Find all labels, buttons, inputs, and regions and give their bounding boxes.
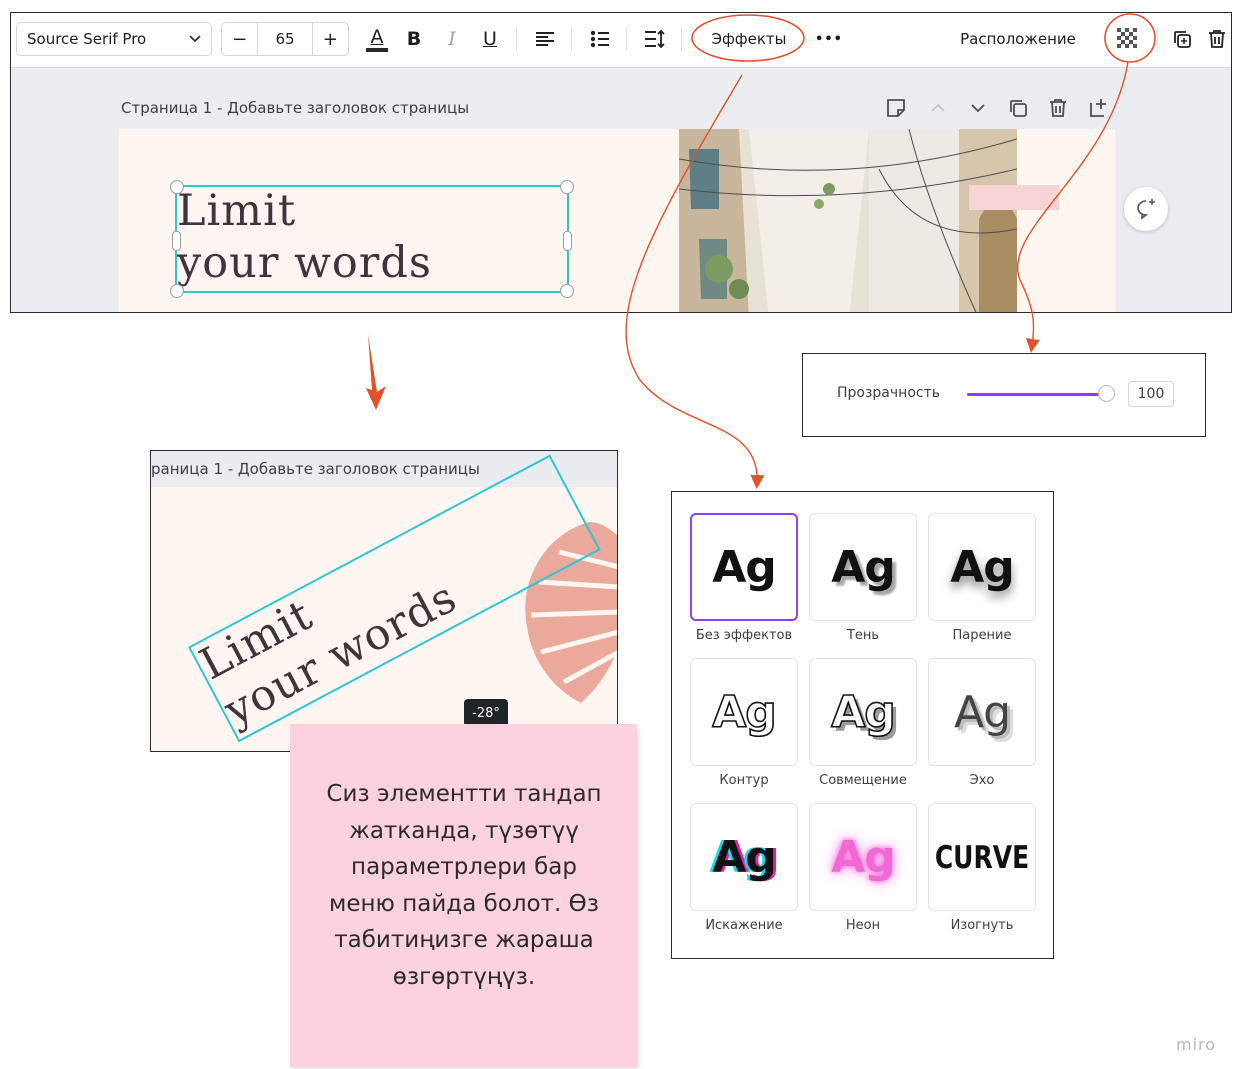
align-left-icon: [536, 32, 554, 46]
delete-page-icon[interactable]: [1047, 97, 1069, 119]
duplicate-icon: [1174, 31, 1191, 48]
editor-screenshot: Source Serif Pro − 65 + A B I U Эффекты …: [10, 12, 1232, 313]
effect-preview-text: Ag: [831, 831, 896, 883]
underline-button[interactable]: U: [475, 22, 505, 56]
transparency-value-input[interactable]: 100: [1128, 381, 1174, 407]
selection-frame[interactable]: [170, 180, 574, 298]
checkerboard-icon: [1117, 28, 1139, 50]
sticky-note[interactable]: Сиз элементти тандап жатканда, түзөтүү п…: [290, 724, 637, 1067]
resize-handle[interactable]: [170, 180, 184, 194]
resize-handle[interactable]: [170, 284, 184, 298]
effect-label: Неон: [845, 918, 881, 933]
effect-option-splice[interactable]: Ag: [809, 658, 917, 766]
pink-shape[interactable]: [969, 185, 1059, 210]
sticky-note-text: Сиз элементти тандап жатканда, түзөтүү п…: [326, 781, 602, 990]
decrease-size-button[interactable]: −: [222, 23, 259, 55]
duplicate-button[interactable]: [1169, 22, 1195, 56]
rotation-angle-badge: -28°: [464, 699, 508, 727]
trash-icon: [1209, 30, 1225, 48]
font-size-stepper: − 65 +: [221, 22, 349, 56]
effect-preview-text: Ag: [711, 686, 777, 739]
effect-preview-text: Ag: [712, 831, 777, 883]
add-page-icon[interactable]: [1087, 97, 1109, 119]
resize-handle[interactable]: [172, 231, 181, 251]
effect-option-lift[interactable]: Ag: [928, 513, 1036, 621]
text-color-button[interactable]: A: [361, 22, 393, 56]
effect-option-echo[interactable]: Ag: [928, 658, 1036, 766]
bullet-list-icon: [590, 30, 609, 48]
add-comment-button[interactable]: [1124, 187, 1168, 231]
arrange-button[interactable]: Расположение: [953, 22, 1083, 56]
effect-label: Контур: [719, 773, 769, 788]
street-photo[interactable]: [679, 129, 1017, 312]
page-controls: [885, 97, 1115, 123]
effect-label: Парение: [952, 628, 1012, 643]
resize-handle[interactable]: [560, 180, 574, 194]
chevron-down-icon: [189, 35, 201, 43]
more-options-button[interactable]: •••: [811, 22, 847, 56]
rotated-text-element[interactable]: Limit your words: [188, 454, 612, 751]
note-icon[interactable]: [885, 97, 907, 119]
duplicate-page-icon[interactable]: [1007, 97, 1029, 119]
page-title: раница 1 - Добавьте заголовок страницы: [151, 460, 480, 478]
font-size-input[interactable]: 65: [258, 23, 311, 55]
toolbar-divider: [516, 27, 517, 51]
text-toolbar: Source Serif Pro − 65 + A B I U Эффекты …: [11, 13, 1231, 68]
effect-option-hollow[interactable]: Ag: [690, 658, 798, 766]
effect-preview-text: CURVE: [934, 838, 1030, 876]
chevron-up-icon[interactable]: [927, 97, 949, 119]
miro-watermark: miro: [1176, 1035, 1217, 1054]
italic-button[interactable]: I: [437, 22, 467, 56]
toolbar-divider: [1157, 27, 1158, 51]
text-color-swatch: [366, 47, 388, 52]
font-family-value: Source Serif Pro: [27, 30, 147, 48]
rotated-example-screenshot: раница 1 - Добавьте заголовок страницы L…: [150, 450, 618, 752]
effect-preview-text: Ag: [831, 541, 896, 593]
delete-button[interactable]: [1205, 22, 1229, 56]
effect-option-glitch[interactable]: Ag: [690, 803, 798, 911]
transparency-label: Прозрачность: [837, 385, 940, 401]
effect-label: Эхо: [969, 773, 995, 788]
effect-option-neon[interactable]: Ag: [809, 803, 917, 911]
effects-panel: Ag Без эффектов Ag Тень Ag Парение Ag Контур Ag С…: [671, 491, 1054, 959]
transparency-slider-thumb[interactable]: [1098, 385, 1115, 402]
increase-size-button[interactable]: +: [311, 23, 348, 55]
line-spacing-icon: [645, 29, 665, 49]
effect-label: Тень: [846, 628, 880, 643]
resize-handle[interactable]: [563, 231, 572, 251]
page-title[interactable]: Страница 1 - Добавьте заголовок страницы: [121, 99, 469, 117]
effect-label: Без эффектов: [695, 628, 793, 643]
align-left-button[interactable]: [529, 22, 561, 56]
effect-preview-text: Ag: [830, 686, 896, 739]
effect-option-shadow[interactable]: Ag: [809, 513, 917, 621]
bold-button[interactable]: B: [399, 22, 429, 56]
transparency-button[interactable]: [1113, 22, 1143, 56]
effect-preview-text: Ag: [950, 541, 1015, 593]
rotation-arrow: [366, 334, 386, 410]
effect-preview-text: Ag: [712, 541, 777, 593]
toolbar-divider: [626, 27, 627, 51]
text-color-icon: A: [370, 25, 384, 48]
effect-option-curve[interactable]: CURVE: [928, 803, 1036, 911]
effects-button[interactable]: Эффекты: [697, 22, 801, 56]
effect-label: Изогнуть: [950, 918, 1014, 933]
effect-label: Совмещение: [819, 773, 907, 788]
spacing-button[interactable]: [639, 22, 671, 56]
effect-preview-text: Ag: [953, 686, 1011, 738]
effect-label: Искажение: [705, 918, 783, 933]
resize-handle[interactable]: [560, 284, 574, 298]
transparency-popup: Прозрачность 100: [802, 353, 1206, 437]
effect-option-none[interactable]: Ag: [690, 513, 798, 621]
street-photo-image: [679, 129, 1017, 312]
toolbar-divider: [571, 27, 572, 51]
chevron-down-icon[interactable]: [967, 97, 989, 119]
list-button[interactable]: [584, 22, 616, 56]
toolbar-divider: [681, 27, 682, 51]
font-family-dropdown[interactable]: Source Serif Pro: [16, 22, 212, 56]
comment-icon: [1137, 199, 1155, 220]
transparency-slider-track[interactable]: [967, 393, 1107, 396]
